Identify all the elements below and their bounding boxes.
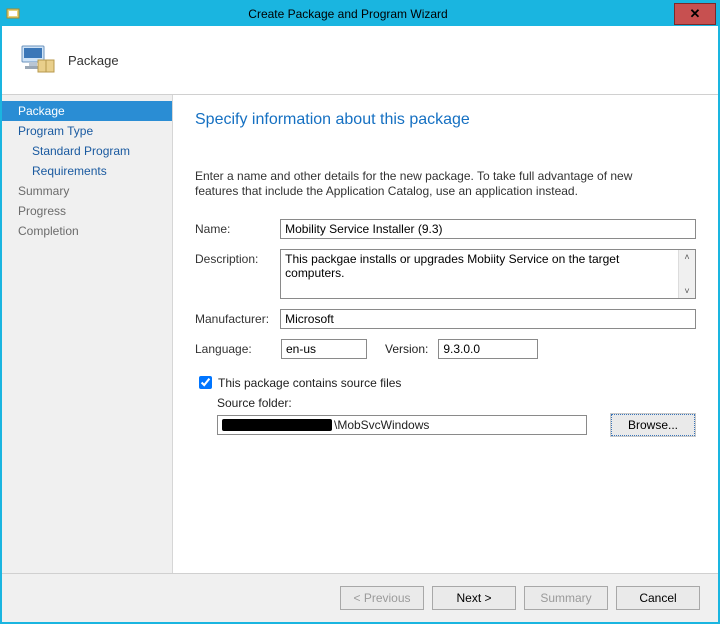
description-field-wrap: ˄ ˅ <box>280 249 696 299</box>
version-input[interactable] <box>438 339 538 359</box>
label-manufacturer: Manufacturer: <box>195 309 280 326</box>
page-heading: Specify information about this package <box>195 111 696 129</box>
description-scrollbar[interactable]: ˄ ˅ <box>678 250 695 298</box>
language-input[interactable] <box>281 339 367 359</box>
redacted-path <box>222 419 332 431</box>
app-icon <box>6 6 22 22</box>
manufacturer-input[interactable] <box>280 309 696 329</box>
nav-program-type[interactable]: Program Type <box>2 121 172 141</box>
previous-button: < Previous <box>340 586 424 610</box>
wizard-header: Package <box>2 26 718 95</box>
wizard-body: Package Program Type Standard Program Re… <box>2 95 718 573</box>
nav-summary[interactable]: Summary <box>2 181 172 201</box>
label-description: Description: <box>195 249 280 266</box>
header-title: Package <box>68 53 119 68</box>
name-input[interactable] <box>280 219 696 239</box>
description-input[interactable] <box>281 250 678 298</box>
label-language: Language: <box>195 339 281 356</box>
source-files-checkbox[interactable] <box>199 376 212 389</box>
source-folder-input[interactable]: \MobSvcWindows <box>217 415 587 435</box>
source-folder-block: Source folder: \MobSvcWindows Browse... <box>195 396 696 436</box>
title-bar: Create Package and Program Wizard ✕ <box>2 2 718 26</box>
label-source-checkbox: This package contains source files <box>218 376 401 390</box>
label-source-folder: Source folder: <box>217 396 696 410</box>
close-icon: ✕ <box>690 6 701 22</box>
label-name: Name: <box>195 219 280 236</box>
package-icon <box>18 40 58 80</box>
wizard-window: Create Package and Program Wizard ✕ Pack… <box>0 0 720 624</box>
nav-progress[interactable]: Progress <box>2 201 172 221</box>
language-version-row: Version: <box>281 339 538 359</box>
cancel-button[interactable]: Cancel <box>616 586 700 610</box>
nav-requirements[interactable]: Requirements <box>2 161 172 181</box>
nav-completion[interactable]: Completion <box>2 221 172 241</box>
nav-package[interactable]: Package <box>2 101 172 121</box>
nav-standard-program[interactable]: Standard Program <box>2 141 172 161</box>
page-instructions: Enter a name and other details for the n… <box>195 169 675 199</box>
source-folder-visible: \MobSvcWindows <box>334 418 429 432</box>
source-checkbox-row: This package contains source files <box>195 373 696 392</box>
label-version: Version: <box>385 342 428 356</box>
wizard-sidebar: Package Program Type Standard Program Re… <box>2 95 173 573</box>
scroll-up-icon[interactable]: ˄ <box>684 250 689 264</box>
wizard-content: Specify information about this package E… <box>173 95 718 573</box>
summary-button: Summary <box>524 586 608 610</box>
scroll-down-icon[interactable]: ˅ <box>684 284 689 298</box>
wizard-footer: < Previous Next > Summary Cancel <box>2 573 718 622</box>
window-title: Create Package and Program Wizard <box>22 7 674 21</box>
close-button[interactable]: ✕ <box>674 3 716 25</box>
browse-button[interactable]: Browse... <box>611 414 695 436</box>
next-button[interactable]: Next > <box>432 586 516 610</box>
